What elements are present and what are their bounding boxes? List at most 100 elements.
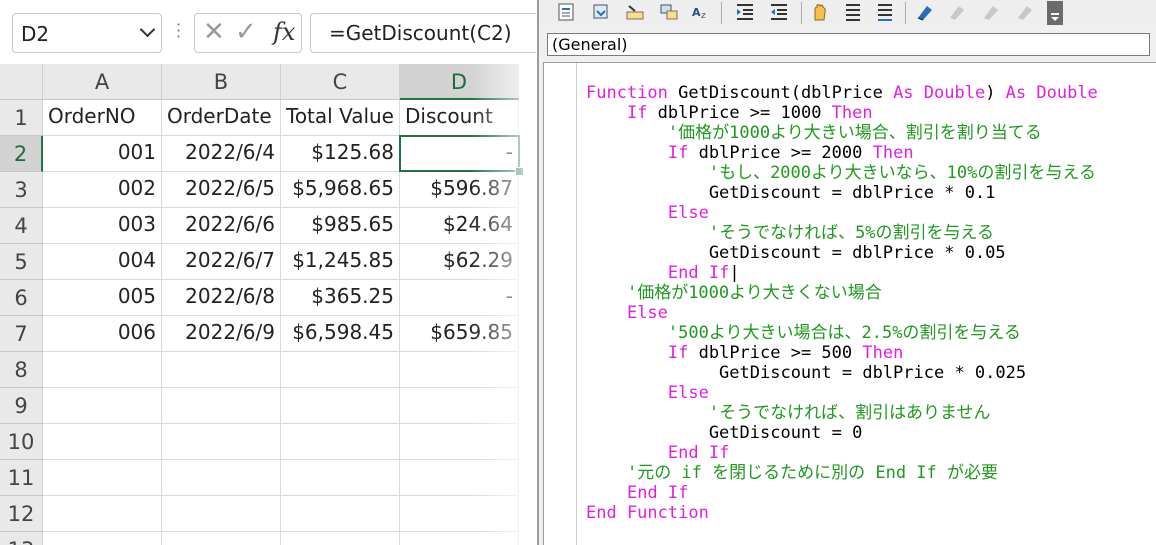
insert-function-icon[interactable]: fx xyxy=(273,18,295,46)
table-cell[interactable]: 002 xyxy=(43,172,162,208)
table-cell[interactable]: $596.87 xyxy=(400,172,519,208)
table-cell[interactable]: 2022/6/9 xyxy=(162,316,281,352)
code-line[interactable]: End If xyxy=(586,483,1098,503)
table-cell[interactable]: 005 xyxy=(43,280,162,316)
row-header-10[interactable]: 10 xyxy=(0,424,43,460)
table-cell[interactable]: 003 xyxy=(43,208,162,244)
code-line[interactable]: GetDiscount = dblPrice * 0.1 xyxy=(586,183,1098,203)
row-header-13[interactable]: 13 xyxy=(0,532,43,545)
row-header-1[interactable]: 1 xyxy=(0,100,43,136)
table-cell[interactable]: $24.64 xyxy=(400,208,519,244)
code-line[interactable]: Else xyxy=(586,383,1098,403)
column-header-a[interactable]: A xyxy=(43,64,162,100)
table-cell[interactable]: $125.68 xyxy=(281,136,400,172)
empty-cell[interactable] xyxy=(43,496,162,532)
row-header-4[interactable]: 4 xyxy=(0,208,43,244)
header-cell[interactable]: OrderNO xyxy=(43,100,162,136)
outdent-icon[interactable] xyxy=(769,2,789,22)
header-cell[interactable]: Total Value xyxy=(281,100,400,136)
code-line[interactable]: GetDiscount = dblPrice * 0.025 xyxy=(586,363,1098,383)
empty-cell[interactable] xyxy=(400,388,519,424)
empty-cell[interactable] xyxy=(281,496,400,532)
empty-cell[interactable] xyxy=(43,532,162,545)
empty-cell[interactable] xyxy=(162,532,281,545)
name-box[interactable]: D2 xyxy=(12,13,162,53)
procedure-dropdown[interactable]: (General) xyxy=(547,33,1150,56)
empty-cell[interactable] xyxy=(281,424,400,460)
code-line[interactable]: Function GetDiscount(dblPrice As Double)… xyxy=(586,83,1098,103)
table-cell[interactable]: 006 xyxy=(43,316,162,352)
empty-cell[interactable] xyxy=(43,460,162,496)
code-line[interactable]: 'もし、2000より大きいなら、10%の割引を与える xyxy=(586,163,1098,183)
toggle-bookmark-icon[interactable] xyxy=(915,2,935,22)
code-line[interactable]: 'そうでなければ、5%の割引を与える xyxy=(586,223,1098,243)
table-cell[interactable]: 2022/6/7 xyxy=(162,244,281,280)
empty-cell[interactable] xyxy=(400,496,519,532)
row-header-6[interactable]: 6 xyxy=(0,280,43,316)
table-cell[interactable]: $659.85 xyxy=(400,316,519,352)
header-cell[interactable]: OrderDate xyxy=(162,100,281,136)
code-text[interactable]: Function GetDiscount(dblPrice As Double)… xyxy=(586,83,1098,523)
table-cell[interactable]: 2022/6/8 xyxy=(162,280,281,316)
empty-cell[interactable] xyxy=(43,424,162,460)
column-header-b[interactable]: B xyxy=(162,64,281,100)
code-line[interactable]: If dblPrice >= 2000 Then xyxy=(586,143,1098,163)
indent-icon[interactable] xyxy=(735,2,755,22)
empty-cell[interactable] xyxy=(162,496,281,532)
code-window[interactable]: Function GetDiscount(dblPrice As Double)… xyxy=(543,62,1156,545)
code-line[interactable]: '価格が1000より大きい場合、割引を割り当てる xyxy=(586,123,1098,143)
toggle-breakpoint-icon[interactable] xyxy=(809,2,829,22)
row-header-11[interactable]: 11 xyxy=(0,460,43,496)
row-header-12[interactable]: 12 xyxy=(0,496,43,532)
quick-info-icon[interactable] xyxy=(625,2,645,22)
more-options-icon[interactable]: · · · xyxy=(176,17,181,45)
table-cell[interactable]: 001 xyxy=(43,136,162,172)
table-cell[interactable]: 2022/6/5 xyxy=(162,172,281,208)
code-line[interactable]: End Function xyxy=(586,503,1098,523)
toolbar-options-icon[interactable] xyxy=(1047,1,1063,25)
code-line[interactable]: 'そうでなければ、割引はありません xyxy=(586,403,1098,423)
code-line[interactable]: If dblPrice >= 1000 Then xyxy=(586,103,1098,123)
row-header-2[interactable]: 2 xyxy=(0,136,43,172)
empty-cell[interactable] xyxy=(43,388,162,424)
table-cell[interactable]: 004 xyxy=(43,244,162,280)
table-cell[interactable]: $5,968.65 xyxy=(281,172,400,208)
empty-cell[interactable] xyxy=(162,352,281,388)
code-line[interactable]: If dblPrice >= 500 Then xyxy=(586,343,1098,363)
table-cell[interactable]: - xyxy=(400,280,519,316)
uncomment-block-icon[interactable] xyxy=(875,2,895,22)
code-line[interactable]: End If xyxy=(586,443,1098,463)
header-cell[interactable]: Discount xyxy=(400,100,519,136)
code-line[interactable]: GetDiscount = dblPrice * 0.05 xyxy=(586,243,1098,263)
table-cell[interactable]: $62.29 xyxy=(400,244,519,280)
list-constants-icon[interactable] xyxy=(591,2,611,22)
column-header-d[interactable]: D xyxy=(400,64,519,100)
empty-cell[interactable] xyxy=(400,460,519,496)
empty-cell[interactable] xyxy=(43,352,162,388)
code-line[interactable]: '元の if を閉じるために別の End If が必要 xyxy=(586,463,1098,483)
empty-cell[interactable] xyxy=(162,460,281,496)
row-header-5[interactable]: 5 xyxy=(0,244,43,280)
empty-cell[interactable] xyxy=(400,352,519,388)
comment-block-icon[interactable] xyxy=(843,2,863,22)
code-line[interactable]: End If| xyxy=(586,263,1098,283)
table-cell[interactable]: 2022/6/6 xyxy=(162,208,281,244)
empty-cell[interactable] xyxy=(400,532,519,545)
code-line[interactable]: Else xyxy=(586,303,1098,323)
table-cell[interactable]: $365.25 xyxy=(281,280,400,316)
empty-cell[interactable] xyxy=(281,460,400,496)
row-header-3[interactable]: 3 xyxy=(0,172,43,208)
code-margin-indicator-bar[interactable] xyxy=(544,63,577,545)
table-cell[interactable]: $985.65 xyxy=(281,208,400,244)
check-icon[interactable]: ✓ xyxy=(235,17,257,47)
row-header-9[interactable]: 9 xyxy=(0,388,43,424)
column-header-c[interactable]: C xyxy=(281,64,400,100)
chevron-down-icon[interactable] xyxy=(139,21,156,38)
formula-bar[interactable]: =GetDiscount(C2) xyxy=(310,13,536,53)
empty-cell[interactable] xyxy=(400,424,519,460)
cancel-icon[interactable]: ✕ xyxy=(203,17,225,47)
table-cell[interactable]: 2022/6/4 xyxy=(162,136,281,172)
code-line[interactable]: '価格が1000より大きくない場合 xyxy=(586,283,1098,303)
select-all-corner[interactable] xyxy=(0,64,43,100)
row-header-8[interactable]: 8 xyxy=(0,352,43,388)
